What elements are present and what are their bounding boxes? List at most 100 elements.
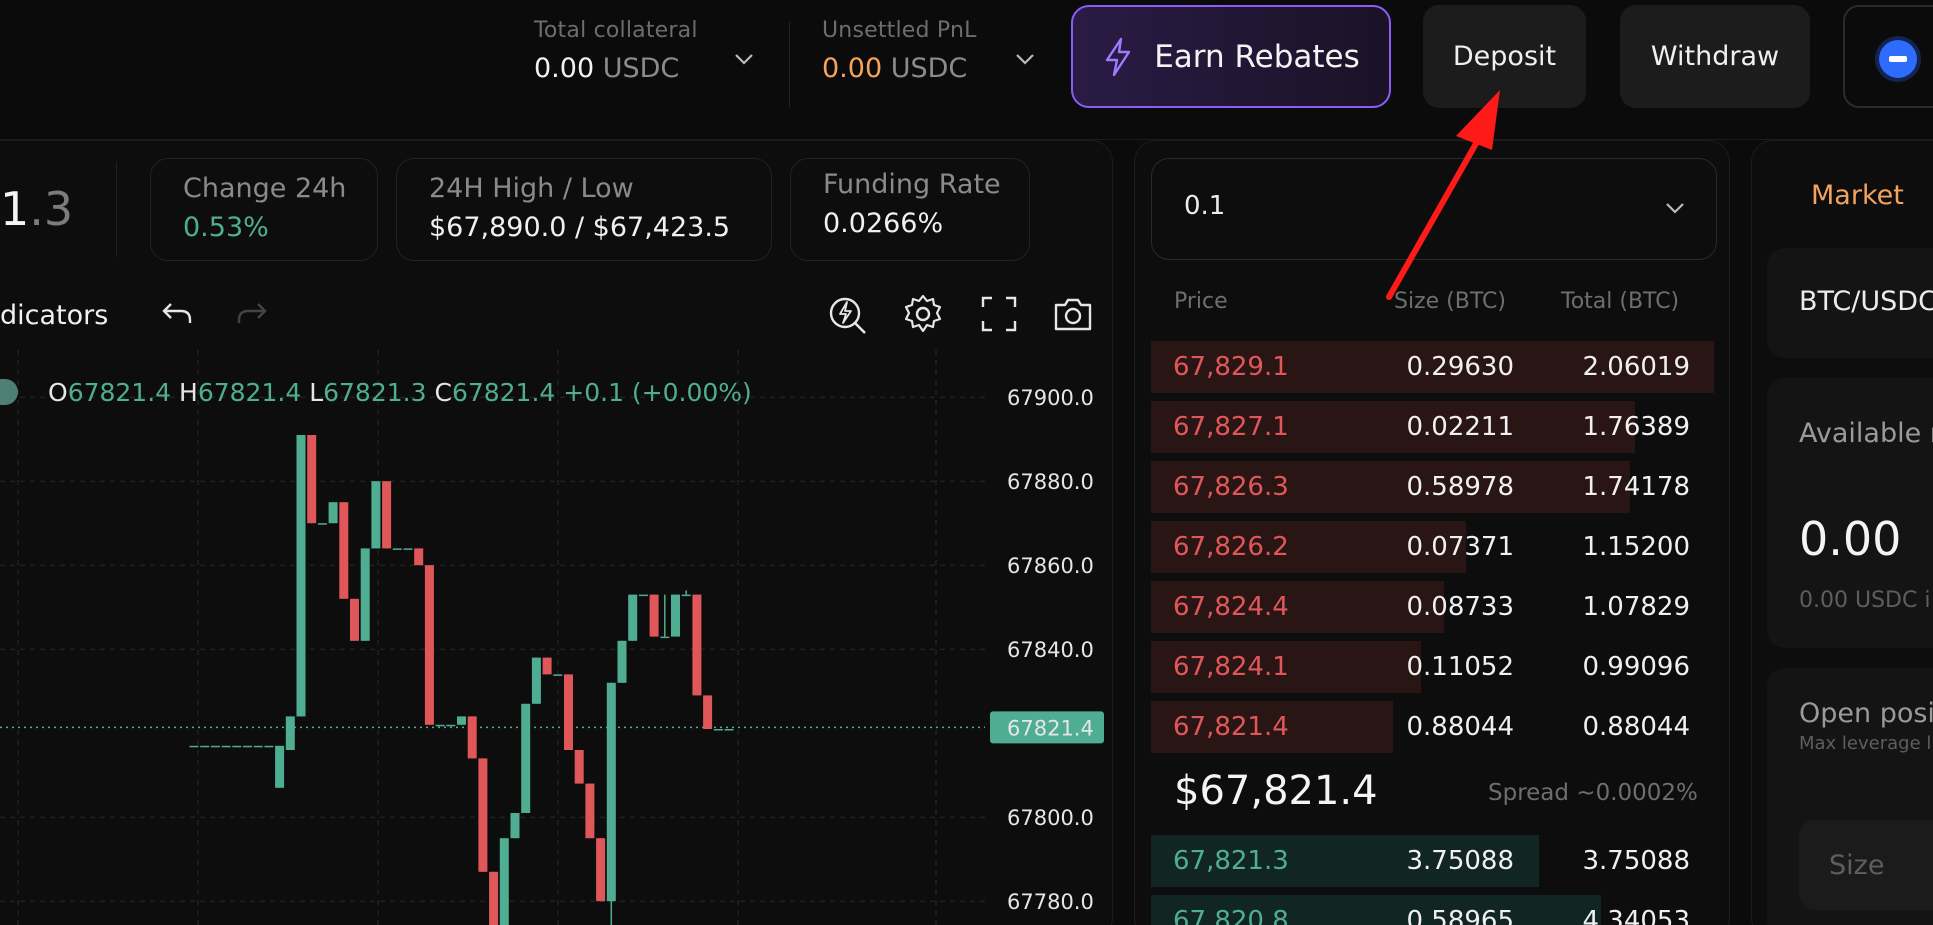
chevron-down-icon[interactable] [1014, 52, 1036, 66]
candle-up [606, 682, 616, 902]
ask-price: 67,824.1 [1173, 652, 1289, 682]
price-chart[interactable]: 67900.0 67880.0 67860.0 67840.0 67800.0 67780… [0, 350, 1110, 925]
high-low-label: 24H High / Low [429, 173, 634, 204]
y-axis-tick-label: 67800.0 [1007, 806, 1094, 830]
total-collateral-value: 0.00 USDC [534, 53, 698, 84]
ask-row[interactable]: 67,824.1 0.11052 0.99096 [1151, 641, 1714, 693]
candle-up [189, 745, 199, 748]
candle-up [403, 548, 413, 550]
candle-up [435, 724, 445, 727]
available-margin-sub: 0.00 USDC i [1799, 588, 1931, 613]
earn-rebates-button[interactable]: Earn Rebates [1071, 5, 1391, 108]
settings-gear-icon[interactable] [901, 292, 945, 336]
available-margin-label: Available m [1799, 418, 1933, 449]
bid-row[interactable]: 67,820.8 0.58965 4.34053 [1151, 895, 1714, 925]
ohlc-change: +0.1 (+0.00%) [563, 378, 752, 407]
candle-down [703, 695, 713, 729]
change-24h-label: Change 24h [183, 173, 347, 204]
wallet-button[interactable] [1843, 5, 1933, 108]
y-axis-tick-label: 67860.0 [1007, 554, 1094, 578]
candle-up [510, 813, 520, 839]
last-price: 1.3 [0, 182, 73, 236]
ask-size: 0.11052 [1406, 652, 1514, 682]
candle-up [328, 502, 338, 524]
fullscreen-icon[interactable] [977, 292, 1021, 336]
bid-total: 3.75088 [1582, 846, 1690, 876]
ask-row[interactable]: 67,824.4 0.08733 1.07829 [1151, 581, 1714, 633]
ask-row[interactable]: 67,826.2 0.07371 1.15200 [1151, 521, 1714, 573]
candle-down [596, 838, 606, 902]
ask-row[interactable]: 67,821.4 0.88044 0.88044 [1151, 701, 1714, 753]
candle-down [489, 871, 499, 925]
tab-market[interactable]: Market [1811, 180, 1904, 211]
ask-total: 1.74178 [1582, 472, 1690, 502]
ask-size: 0.02211 [1406, 412, 1514, 442]
wallet-avatar-icon [1879, 40, 1917, 78]
funding-rate-value: 0.0266% [823, 208, 944, 239]
candle-up [243, 745, 252, 748]
candle-up [457, 716, 466, 725]
pair-selector[interactable]: BTC/USDC [1799, 286, 1933, 317]
candle-up [360, 548, 370, 641]
candle-up [371, 481, 381, 549]
indicators-button[interactable]: dicators [0, 300, 108, 331]
ask-row[interactable]: 67,826.3 0.58978 1.74178 [1151, 461, 1714, 513]
candle-up [617, 640, 627, 683]
ask-row[interactable]: 67,827.1 0.02211 1.76389 [1151, 401, 1714, 453]
candle-up [392, 548, 402, 550]
bid-price: 67,821.3 [1173, 846, 1289, 876]
candle-down [649, 594, 659, 637]
candle-up [253, 745, 263, 748]
candle-up [521, 703, 531, 813]
ask-size: 0.88044 [1406, 712, 1514, 742]
candle-up [210, 745, 220, 748]
ohlc-low: 67821.3 [323, 378, 427, 407]
candle-up [221, 745, 231, 748]
candle-down [585, 783, 595, 839]
ask-total: 0.88044 [1582, 712, 1690, 742]
ask-price: 67,829.1 [1173, 352, 1289, 382]
ask-price: 67,821.4 [1173, 712, 1289, 742]
withdraw-label: Withdraw [1650, 41, 1780, 72]
candle-up [628, 594, 638, 641]
ask-row[interactable]: 67,829.1 0.29630 2.06019 [1151, 341, 1714, 393]
chevron-down-icon[interactable] [733, 52, 755, 66]
bid-row[interactable]: 67,821.3 3.75088 3.75088 [1151, 835, 1714, 887]
quick-search-icon[interactable] [826, 292, 870, 336]
redo-icon[interactable] [230, 292, 274, 336]
header-total: Total (BTC) [1561, 289, 1680, 314]
y-axis-tick-label: 67900.0 [1007, 386, 1094, 410]
candle-down [542, 657, 552, 675]
total-collateral: Total collateral 0.00 USDC [534, 18, 698, 84]
ask-price: 67,826.3 [1173, 472, 1289, 502]
chevron-down-icon [1666, 203, 1684, 214]
withdraw-button[interactable]: Withdraw [1620, 5, 1810, 108]
undo-icon[interactable] [155, 292, 199, 336]
candle-up [232, 745, 242, 748]
tick-size-value: 0.1 [1184, 191, 1226, 221]
tick-size-select[interactable]: 0.1 [1151, 158, 1717, 260]
deposit-button[interactable]: Deposit [1423, 5, 1586, 108]
candle-up [499, 838, 509, 925]
ask-total: 2.06019 [1582, 352, 1690, 382]
ohlc-close: 67821.4 [451, 378, 556, 407]
candle-up [200, 745, 210, 748]
ask-size: 0.08733 [1406, 592, 1514, 622]
candle-up [446, 724, 456, 727]
top-bar: Total collateral 0.00 USDC Unsettled PnL… [0, 0, 1933, 140]
divider [116, 162, 117, 257]
candle-up [285, 716, 295, 750]
mid-price: $67,821.4 [1174, 768, 1378, 814]
candle-down [692, 594, 702, 696]
size-input[interactable] [1799, 820, 1933, 910]
divider [789, 22, 790, 108]
candle-down [414, 548, 424, 566]
bid-price: 67,820.8 [1173, 906, 1289, 925]
series-visibility-toggle[interactable] [0, 379, 18, 405]
camera-icon[interactable] [1051, 292, 1095, 336]
candle-up [275, 745, 285, 788]
candle-down [307, 435, 317, 524]
candle-down [382, 481, 392, 549]
unsettled-pnl: Unsettled PnL 0.00 USDC [822, 18, 977, 84]
candle-up [638, 594, 648, 597]
